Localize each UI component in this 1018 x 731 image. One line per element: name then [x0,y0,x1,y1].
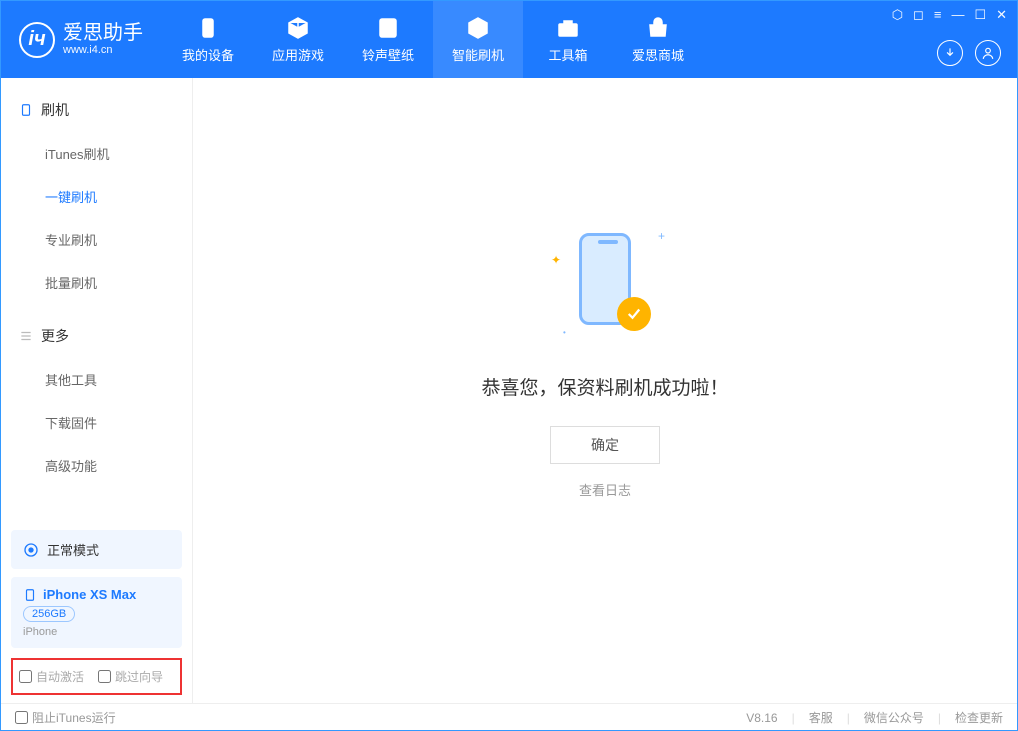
music-icon [376,16,400,40]
sidebar-item-专业刷机[interactable]: 专业刷机 [1,218,192,261]
sidebar-item-iTunes刷机[interactable]: iTunes刷机 [1,132,192,175]
minimize-icon[interactable]: ― [951,7,964,23]
nav-item-0[interactable]: 我的设备 [163,1,253,78]
feedback-icon[interactable]: ◻ [913,7,924,23]
phone-icon [23,588,37,602]
refresh-icon [466,16,490,40]
close-icon[interactable]: ✕ [996,7,1007,23]
nav-item-2[interactable]: 铃声壁纸 [343,1,433,78]
nav-item-5[interactable]: 爱思商城 [613,1,703,78]
sidebar-item-一键刷机[interactable]: 一键刷机 [1,175,192,218]
top-nav: 我的设备应用游戏铃声壁纸智能刷机工具箱爱思商城 [163,1,703,78]
status-card[interactable]: 正常模式 [11,530,182,569]
logo-section: iч 爱思助手 www.i4.cn [1,1,163,78]
block-itunes-checkbox[interactable]: 阻止iTunes运行 [15,709,116,726]
sidebar-item-其他工具[interactable]: 其他工具 [1,358,192,401]
sidebar: 刷机 iTunes刷机一键刷机专业刷机批量刷机 更多 其他工具下载固件高级功能 … [1,78,193,703]
device-icon [19,103,33,117]
status-label: 正常模式 [47,540,99,559]
toolbox-icon [556,16,580,40]
list-icon [19,329,33,343]
shop-icon [646,16,670,40]
device-card[interactable]: iPhone XS Max 256GB iPhone [11,577,182,648]
sidebar-section-more: 更多 [1,314,192,358]
sidebar-item-批量刷机[interactable]: 批量刷机 [1,261,192,304]
confirm-button[interactable]: 确定 [550,426,660,464]
device-type: iPhone [23,626,170,638]
version-label: V8.16 [746,711,777,725]
app-header: iч 爱思助手 www.i4.cn 我的设备应用游戏铃声壁纸智能刷机工具箱爱思商… [1,1,1017,78]
app-title: 爱思助手 [63,22,143,44]
footer-link-wechat[interactable]: 微信公众号 [864,709,924,726]
maximize-icon[interactable]: ☐ [974,7,986,23]
main-content: ✦ + • 恭喜您，保资料刷机成功啦！ 确定 查看日志 [193,78,1017,703]
footer-link-support[interactable]: 客服 [809,709,833,726]
skip-guide-checkbox[interactable]: 跳过向导 [98,668,163,685]
user-icon[interactable] [975,40,1001,66]
status-icon [23,542,39,558]
footer: 阻止iTunes运行 V8.16 | 客服 | 微信公众号 | 检查更新 [1,703,1017,731]
auto-activate-checkbox[interactable]: 自动激活 [19,668,84,685]
check-badge-icon [617,297,651,331]
sidebar-item-下载固件[interactable]: 下载固件 [1,401,192,444]
download-icon[interactable] [937,40,963,66]
logo-icon: iч [19,22,55,58]
nav-item-3[interactable]: 智能刷机 [433,1,523,78]
device-storage: 256GB [23,606,75,622]
sidebar-section-flash: 刷机 [1,88,192,132]
skin-icon[interactable]: ⬡ [892,7,903,23]
success-message: 恭喜您，保资料刷机成功啦！ [481,373,728,400]
footer-link-update[interactable]: 检查更新 [955,709,1003,726]
sidebar-item-高级功能[interactable]: 高级功能 [1,444,192,487]
view-log-link[interactable]: 查看日志 [579,480,631,499]
options-highlight: 自动激活 跳过向导 [11,658,182,695]
menu-icon[interactable]: ≡ [934,7,942,23]
cube-icon [286,16,310,40]
window-controls: ⬡ ◻ ≡ ― ☐ ✕ [892,7,1007,23]
device-icon [196,16,220,40]
app-url: www.i4.cn [63,44,143,56]
nav-item-1[interactable]: 应用游戏 [253,1,343,78]
nav-item-4[interactable]: 工具箱 [523,1,613,78]
success-illustration: ✦ + • [545,223,665,343]
